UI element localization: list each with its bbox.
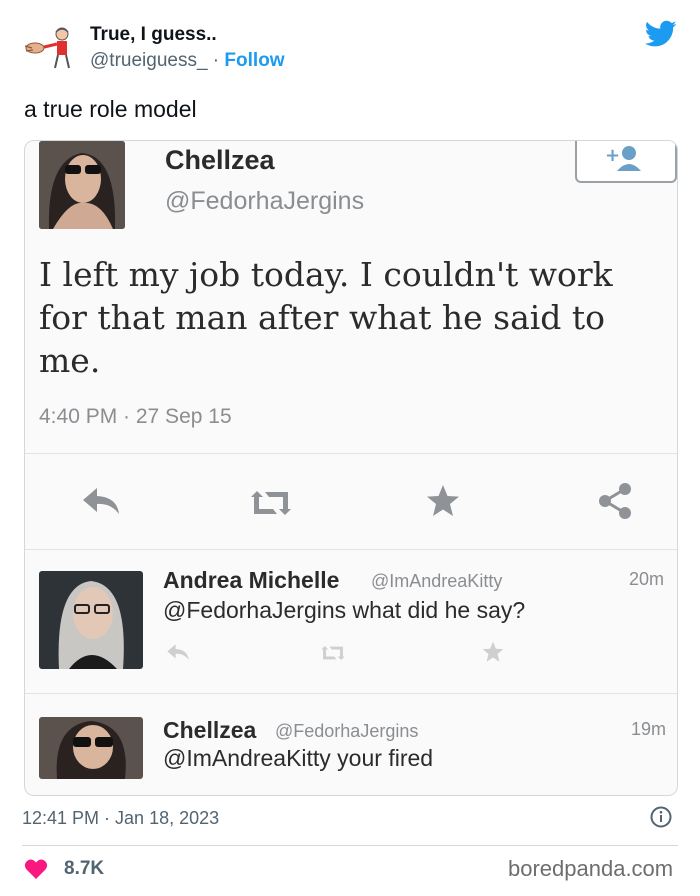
reply-age: 19m xyxy=(631,719,667,739)
reply-text: @ImAndreaKitty your fired xyxy=(163,745,434,771)
author-handle[interactable]: @trueiguess_ xyxy=(90,50,208,71)
meme-avatar-icon xyxy=(24,27,70,69)
follow-user-icon: + xyxy=(575,141,677,183)
svg-text:+: + xyxy=(605,145,620,166)
reply-icon xyxy=(165,643,191,666)
info-icon[interactable] xyxy=(650,806,672,828)
author-avatar[interactable] xyxy=(22,24,78,72)
reply-age: 20m xyxy=(629,569,665,589)
twitter-bird-icon[interactable] xyxy=(645,20,677,48)
follow-button[interactable]: Follow xyxy=(224,50,284,71)
reply-text: @FedorhaJergins what did he say? xyxy=(163,597,526,623)
favorite-icon xyxy=(481,641,505,668)
author-name[interactable]: True, I guess.. xyxy=(90,24,217,46)
like-count[interactable]: 8.7K xyxy=(64,858,104,880)
chellzea-avatar xyxy=(39,141,125,229)
heart-icon[interactable] xyxy=(24,858,48,880)
reply-handle: @ImAndreaKitty xyxy=(371,571,503,591)
retweet-icon xyxy=(247,489,295,522)
reply-handle: @FedorhaJergins xyxy=(275,721,419,741)
author-handle-row: @trueiguess_ · Follow xyxy=(90,50,285,72)
tweet-text: a true role model xyxy=(24,96,197,122)
handle-separator: · xyxy=(207,50,225,71)
tweet-timestamp[interactable]: 12:41 PM · Jan 18, 2023 xyxy=(22,808,219,829)
watermark: boredpanda.com xyxy=(508,856,674,881)
favorite-icon xyxy=(425,484,461,523)
andrea-avatar xyxy=(39,571,143,669)
chellzea-avatar xyxy=(39,717,143,779)
divider xyxy=(25,693,677,694)
main-tweet-time: 4:40 PM · 27 Sep 15 xyxy=(39,405,232,428)
share-icon xyxy=(595,481,635,526)
footer-divider xyxy=(22,845,678,846)
main-tweet-text: I left my job today. I couldn't work for… xyxy=(39,255,613,380)
divider xyxy=(25,453,677,454)
main-tweet-name: Chellzea xyxy=(165,145,275,175)
reply-icon xyxy=(79,486,123,521)
divider xyxy=(25,549,677,550)
retweet-icon xyxy=(319,644,347,667)
reply-name: Andrea Michelle xyxy=(163,567,340,593)
main-tweet-handle: @FedorhaJergins xyxy=(165,187,365,215)
embedded-screenshot[interactable]: Chellzea @FedorhaJergins + I left my job… xyxy=(24,140,678,796)
reply-name: Chellzea xyxy=(163,717,257,743)
